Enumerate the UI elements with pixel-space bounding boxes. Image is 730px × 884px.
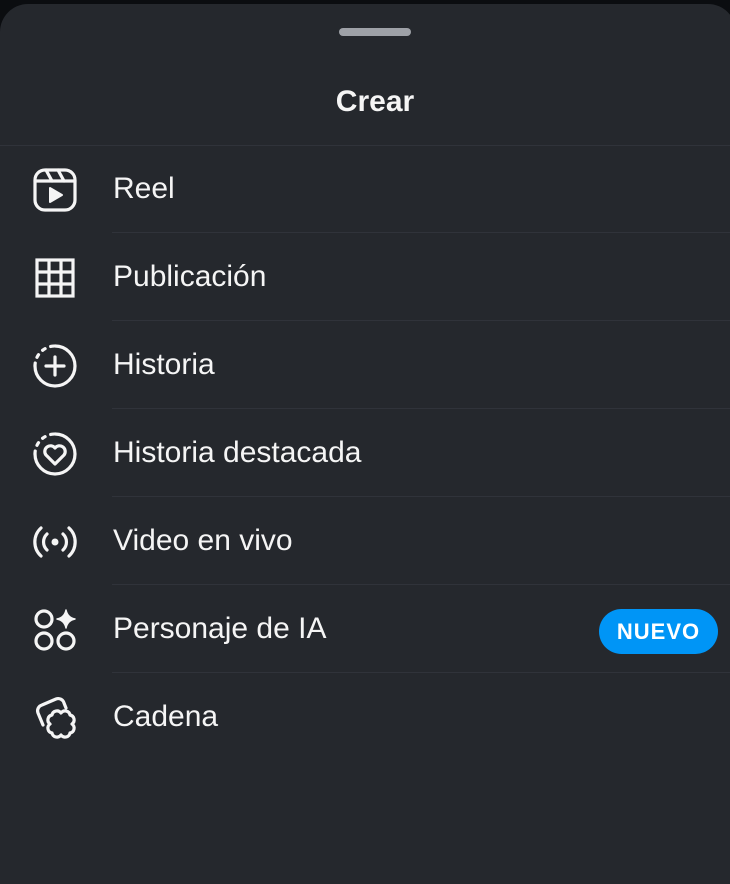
- new-badge: NUEVO: [599, 609, 718, 654]
- grid-icon: [30, 253, 80, 303]
- menu-item-video-en-vivo[interactable]: Video en vivo: [0, 497, 730, 585]
- highlight-heart-icon: [30, 429, 80, 479]
- menu-item-cadena[interactable]: Cadena: [0, 673, 730, 761]
- menu-item-personaje-ia[interactable]: Personaje de IA NUEVO: [0, 585, 730, 673]
- story-add-icon: [30, 341, 80, 391]
- sheet-title: Crear: [335, 85, 415, 118]
- threads-chain-icon: [30, 693, 80, 743]
- menu-item-label: Reel: [113, 172, 175, 205]
- menu-item-label: Personaje de IA: [113, 612, 327, 645]
- menu-item-publicacion[interactable]: Publicación: [0, 233, 730, 321]
- menu-item-label: Publicación: [113, 260, 267, 293]
- menu-item-historia-destacada[interactable]: Historia destacada: [0, 409, 730, 497]
- ai-character-icon: [30, 605, 80, 655]
- live-broadcast-icon: [30, 517, 80, 567]
- menu-item-label: Video en vivo: [113, 524, 293, 557]
- create-menu: Reel Publicación Historia Historia desta…: [0, 145, 730, 761]
- reels-icon: [30, 165, 80, 215]
- menu-item-reel[interactable]: Reel: [0, 145, 730, 233]
- menu-item-label: Cadena: [113, 700, 219, 733]
- menu-item-label: Historia destacada: [113, 436, 362, 469]
- create-bottom-sheet: Crear Reel Publicación Historia Historia…: [0, 4, 730, 884]
- sheet-drag-handle[interactable]: [339, 28, 411, 36]
- menu-item-historia[interactable]: Historia: [0, 321, 730, 409]
- menu-item-label: Historia: [113, 348, 215, 381]
